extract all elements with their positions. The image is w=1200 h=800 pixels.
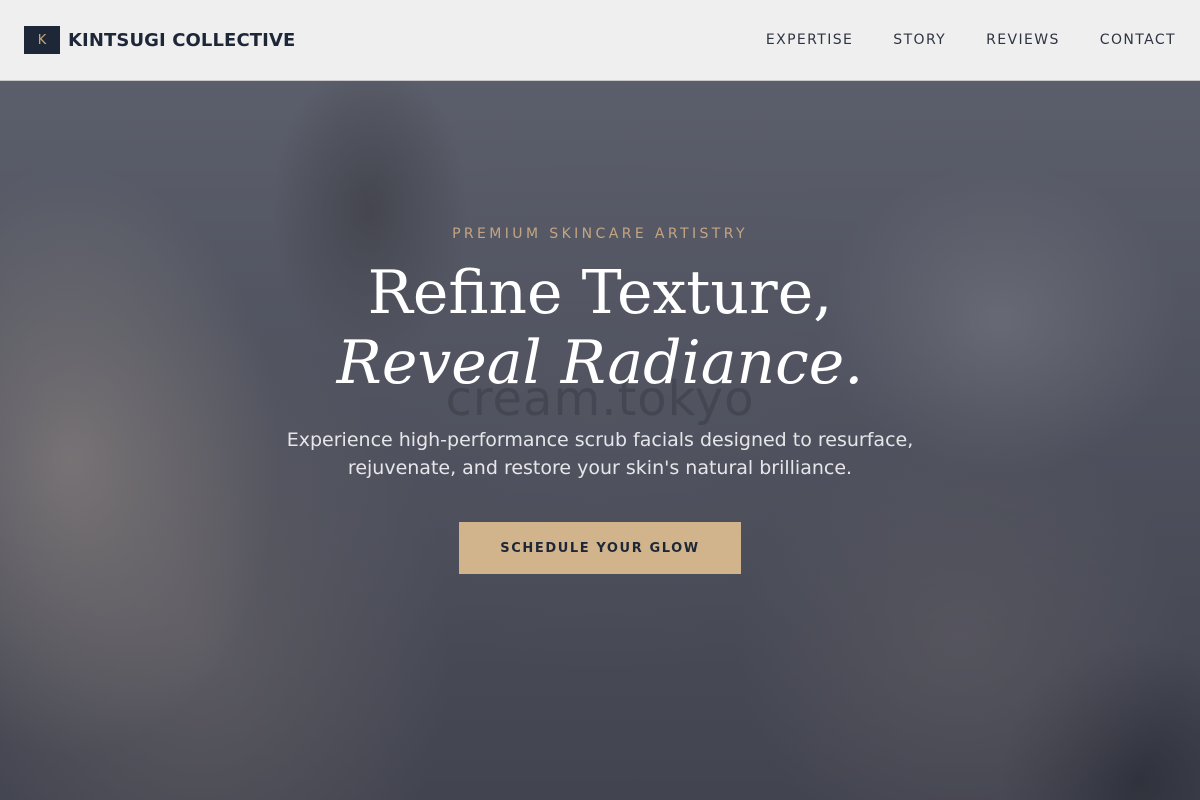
nav-link-story[interactable]: STORY: [893, 32, 946, 48]
hero-section: cream.tokyo PREMIUM SKINCARE ARTISTRY Re…: [0, 81, 1200, 800]
nav-link-expertise[interactable]: EXPERTISE: [766, 32, 853, 48]
brand-logo-link[interactable]: K KINTSUGI COLLECTIVE: [24, 26, 295, 54]
hero-headline-line1: Refine Texture,: [367, 258, 833, 328]
site-header: K KINTSUGI COLLECTIVE EXPERTISE STORY RE…: [0, 0, 1200, 81]
brand-name: KINTSUGI COLLECTIVE: [68, 29, 296, 51]
hero-eyebrow: PREMIUM SKINCARE ARTISTRY: [452, 226, 748, 242]
hero-subcopy: Experience high-performance scrub facial…: [286, 429, 914, 479]
hero-content: PREMIUM SKINCARE ARTISTRY Refine Texture…: [0, 81, 1200, 574]
schedule-glow-button[interactable]: SCHEDULE YOUR GLOW: [459, 522, 741, 574]
nav-link-contact[interactable]: CONTACT: [1100, 32, 1176, 48]
hero-headline-line2: Reveal Radiance.: [336, 328, 864, 398]
main-nav: EXPERTISE STORY REVIEWS CONTACT: [726, 32, 1176, 48]
nav-link-reviews[interactable]: REVIEWS: [986, 32, 1060, 48]
brand-monogram: K: [24, 26, 60, 54]
